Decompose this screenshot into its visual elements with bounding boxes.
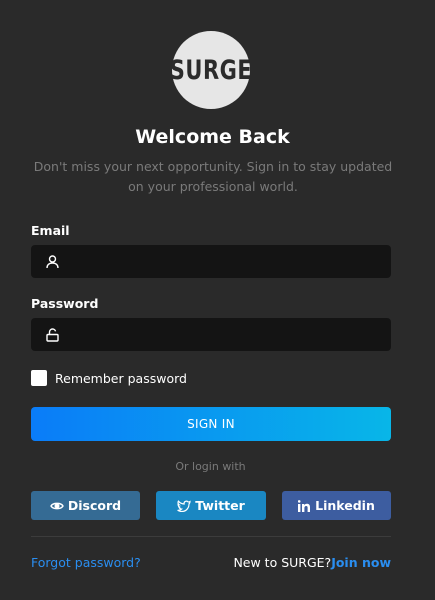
discord-login-button[interactable]: Discord [31, 491, 140, 520]
sign-in-button[interactable]: SIGN IN [31, 407, 391, 441]
page-subtitle: Don't miss your next opportunity. Sign i… [33, 159, 393, 194]
login-page: SURGE Welcome Back Don't miss your next … [0, 0, 435, 600]
email-field-container [31, 245, 391, 278]
password-label: Password [31, 296, 99, 311]
logo-text: SURGE [169, 55, 253, 85]
email-label: Email [31, 223, 70, 238]
user-icon [45, 254, 59, 269]
lock-icon [45, 327, 59, 342]
footer-divider [31, 536, 391, 537]
eye-icon [50, 501, 64, 511]
discord-label: Discord [67, 498, 122, 513]
new-to-label: New to SURGE? [233, 555, 332, 570]
linkedin-label: Linkedin [315, 498, 375, 513]
twitter-label: Twitter [195, 498, 245, 513]
signup-prompt: New to SURGE?Join now [233, 555, 391, 570]
password-field-container [31, 318, 391, 351]
surge-logo: SURGE [169, 31, 253, 109]
linkedin-icon [298, 499, 311, 512]
social-login-divider: Or login with [175, 460, 246, 473]
linkedin-login-button[interactable]: Linkedin [282, 491, 391, 520]
remember-password-label[interactable]: Remember password [55, 371, 187, 386]
remember-password-checkbox[interactable] [31, 370, 47, 386]
twitter-login-button[interactable]: Twitter [156, 491, 266, 520]
join-now-link[interactable]: Join now [331, 555, 391, 570]
forgot-password-link[interactable]: Forgot password? [31, 555, 141, 570]
twitter-icon [177, 499, 191, 512]
email-field[interactable] [67, 245, 391, 278]
password-field[interactable] [67, 318, 391, 351]
page-title: Welcome Back [135, 126, 290, 148]
remember-password-row: Remember password [31, 370, 187, 386]
